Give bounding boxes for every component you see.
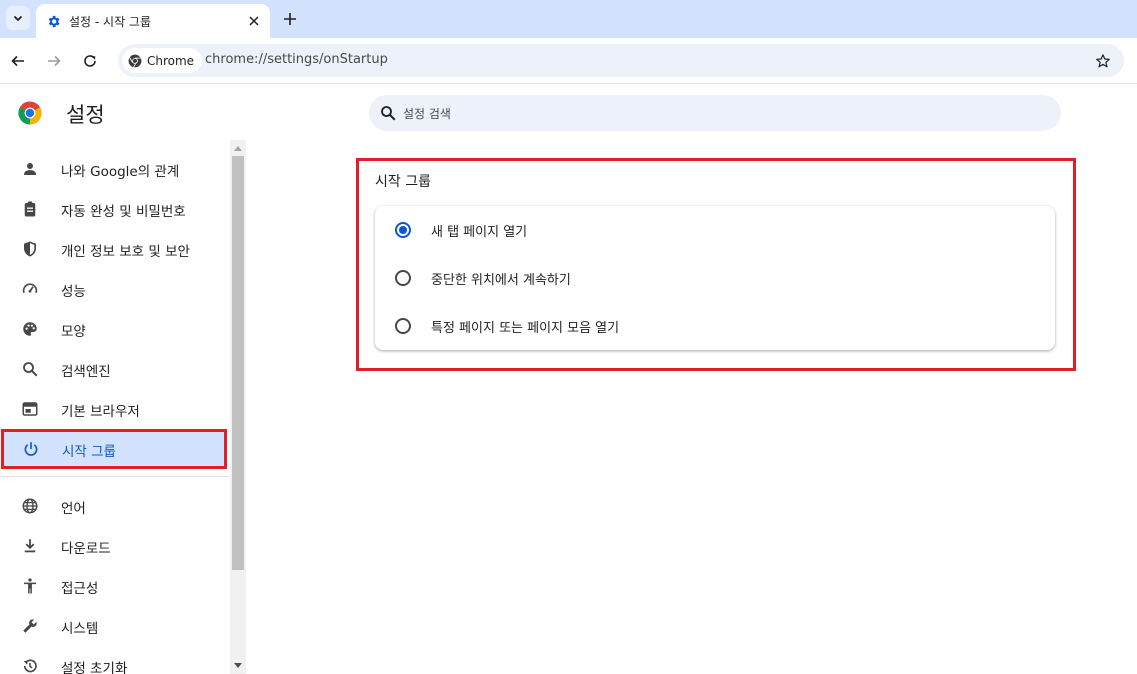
close-icon — [249, 16, 259, 26]
sidebar-item-label: 언어 — [61, 501, 86, 517]
sidebar-item-label: 나와 Google의 관계 — [61, 164, 180, 180]
reload-icon — [84, 55, 96, 67]
download-icon — [20, 536, 40, 556]
option-label: 새 탭 페이지 열기 — [431, 225, 528, 240]
sidebar-item-privacy[interactable]: 개인 정보 보호 및 보안 — [0, 229, 226, 269]
arrow-right-icon — [48, 55, 61, 67]
new-tab-button[interactable] — [278, 7, 302, 31]
sidebar-item-label: 설정 초기화 — [61, 661, 128, 674]
sidebar-item-label: 성능 — [61, 284, 86, 300]
address-bar[interactable]: Chrome chrome://settings/onStartup — [118, 44, 1124, 77]
site-chip[interactable]: Chrome — [122, 48, 203, 73]
sidebar-item-label: 검색엔진 — [61, 364, 111, 380]
speedometer-icon — [20, 279, 40, 299]
sidebar-item-downloads[interactable]: 다운로드 — [0, 526, 226, 566]
sidebar-item-performance[interactable]: 성능 — [0, 269, 226, 309]
sidebar-item-appearance[interactable]: 모양 — [0, 309, 226, 349]
sidebar-item-label: 시작 그룹 — [62, 444, 116, 460]
sidebar-item-label: 모양 — [61, 324, 86, 340]
sidebar-item-accessibility[interactable]: 접근성 — [0, 566, 226, 606]
palette-icon — [20, 319, 40, 339]
startup-option-new-tab[interactable]: 새 탭 페이지 열기 — [375, 206, 1055, 254]
radio-button[interactable] — [395, 222, 411, 238]
scrollbar-thumb[interactable] — [232, 156, 244, 570]
settings-sidebar: 나와 Google의 관계 자동 완성 및 비밀번호 개인 정보 보호 및 보안… — [0, 140, 230, 674]
reload-button[interactable] — [78, 49, 102, 73]
search-icon — [381, 106, 396, 121]
section-title: 시작 그룹 — [375, 174, 431, 190]
url-text[interactable]: chrome://settings/onStartup — [205, 52, 388, 67]
power-icon — [21, 439, 41, 459]
plus-icon — [284, 13, 296, 25]
sidebar-item-label: 접근성 — [61, 581, 99, 597]
clipboard-icon — [20, 199, 40, 219]
sidebar-item-label: 다운로드 — [61, 541, 111, 557]
back-button[interactable] — [6, 49, 30, 73]
sidebar-item-label: 개인 정보 보호 및 보안 — [61, 244, 190, 260]
active-tab[interactable]: 설정 - 시작 그룹 — [36, 4, 270, 38]
option-label: 특정 페이지 또는 페이지 모음 열기 — [431, 321, 620, 336]
tab-close-button[interactable] — [244, 11, 264, 31]
toolbar: Chrome chrome://settings/onStartup — [0, 38, 1137, 84]
radio-button[interactable] — [395, 318, 411, 334]
startup-options-card: 새 탭 페이지 열기 중단한 위치에서 계속하기 특정 페이지 또는 페이지 모… — [375, 206, 1055, 350]
page-title: 설정 — [66, 103, 105, 127]
startup-option-continue[interactable]: 중단한 위치에서 계속하기 — [375, 254, 1055, 302]
sidebar-item-search-engine[interactable]: 검색엔진 — [0, 349, 226, 389]
accessibility-icon — [20, 576, 40, 596]
person-icon — [20, 159, 40, 179]
sidebar-divider — [0, 476, 230, 477]
bookmark-button[interactable] — [1092, 50, 1114, 72]
sidebar-item-system[interactable]: 시스템 — [0, 606, 226, 646]
sidebar-item-label: 기본 브라우저 — [61, 404, 140, 420]
sidebar-item-you-and-google[interactable]: 나와 Google의 관계 — [0, 149, 226, 189]
browser-window-icon — [20, 399, 40, 419]
tab-strip: 설정 - 시작 그룹 — [0, 0, 1137, 38]
sidebar-item-label: 시스템 — [61, 621, 99, 637]
search-icon — [20, 359, 40, 379]
globe-icon — [20, 496, 40, 516]
chevron-down-icon — [13, 15, 23, 22]
wrench-icon — [20, 616, 40, 636]
chrome-logo-icon — [18, 101, 42, 125]
chrome-logo-icon — [128, 54, 142, 68]
sidebar-item-languages[interactable]: 언어 — [0, 486, 226, 526]
scroll-down-arrow-icon[interactable] — [234, 663, 242, 668]
option-label: 중단한 위치에서 계속하기 — [431, 273, 571, 288]
arrow-left-icon — [11, 55, 24, 67]
radio-button[interactable] — [395, 270, 411, 286]
startup-option-specific-pages[interactable]: 특정 페이지 또는 페이지 모음 열기 — [375, 302, 1055, 350]
site-chip-label: Chrome — [147, 53, 195, 68]
sidebar-item-autofill[interactable]: 자동 완성 및 비밀번호 — [0, 189, 226, 229]
sidebar-item-on-startup[interactable]: 시작 그룹 — [1, 429, 227, 469]
sidebar-item-label: 자동 완성 및 비밀번호 — [61, 204, 186, 220]
gear-icon — [48, 15, 60, 27]
tab-title: 설정 - 시작 그룹 — [69, 14, 152, 29]
shield-icon — [20, 239, 40, 259]
star-icon — [1096, 54, 1110, 68]
sidebar-item-reset[interactable]: 설정 초기화 — [0, 646, 226, 674]
tab-search-button[interactable] — [6, 6, 30, 30]
sidebar-scrollbar[interactable] — [230, 140, 246, 674]
search-placeholder: 설정 검색 — [403, 107, 451, 121]
scroll-up-arrow-icon[interactable] — [234, 146, 242, 151]
search-input[interactable]: 설정 검색 — [369, 95, 1061, 131]
history-reset-icon — [20, 656, 40, 674]
forward-button[interactable] — [42, 49, 66, 73]
sidebar-item-default-browser[interactable]: 기본 브라우저 — [0, 389, 226, 429]
